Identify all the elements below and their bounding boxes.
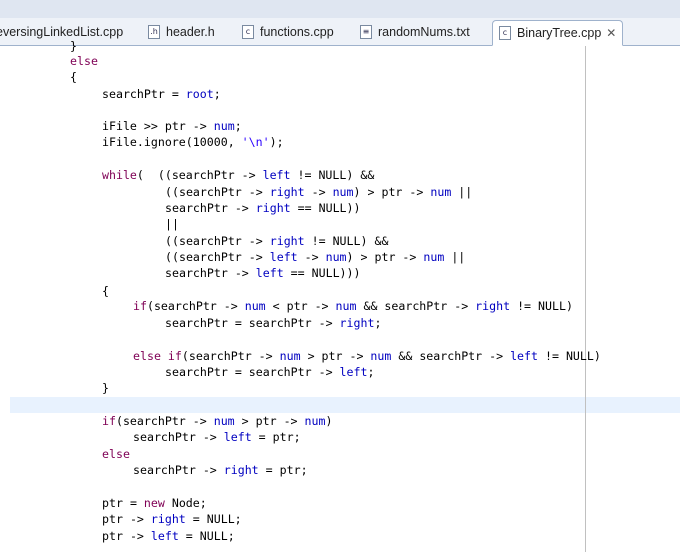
- code-line: ((searchPtr -> right -> num) > ptr -> nu…: [165, 185, 473, 199]
- code-line: {: [102, 284, 109, 298]
- tab-binarytree[interactable]: c BinaryTree.cpp ✕: [492, 20, 624, 46]
- close-icon[interactable]: ✕: [606, 26, 616, 40]
- code-line: ptr -> left = NULL;: [102, 529, 235, 543]
- code-line: ||: [165, 217, 179, 231]
- editor-tab-bar: eversingLinkedList.cpp .h header.h c fun…: [0, 18, 680, 46]
- tab-header[interactable]: .h header.h: [148, 20, 215, 44]
- code-line: }: [102, 381, 109, 395]
- window-top-strip: [0, 0, 680, 19]
- code-line: iFile >> ptr -> num;: [102, 119, 242, 133]
- code-line: searchPtr -> right = ptr;: [133, 463, 308, 477]
- code-line: ptr = new Node;: [102, 496, 207, 510]
- text-file-icon: ≡: [360, 25, 372, 39]
- code-line: if(searchPtr -> num > ptr -> num): [102, 414, 333, 428]
- code-line: searchPtr = searchPtr -> left;: [165, 365, 375, 379]
- tab-randomnums[interactable]: ≡ randomNums.txt: [360, 20, 470, 44]
- h-file-icon: .h: [148, 25, 160, 39]
- code-line: searchPtr -> left = ptr;: [133, 430, 301, 444]
- code-line: else: [70, 54, 98, 68]
- code-line: iFile.ignore(10000, '\n');: [102, 135, 284, 149]
- code-line: ((searchPtr -> left -> num) > ptr -> num…: [165, 250, 466, 264]
- tab-label: BinaryTree.cpp: [517, 26, 602, 40]
- code-line: ptr -> right = NULL;: [102, 512, 242, 526]
- tab-label: functions.cpp: [260, 25, 334, 39]
- code-line: searchPtr -> right == NULL)): [165, 201, 361, 215]
- print-margin-line: [585, 46, 586, 552]
- c-file-icon: c: [499, 26, 511, 40]
- c-file-icon: c: [242, 25, 254, 39]
- current-line-highlight: [10, 397, 680, 413]
- tab-label: header.h: [166, 25, 215, 39]
- tab-reversinglinkedlist[interactable]: eversingLinkedList.cpp: [0, 20, 123, 44]
- code-line: else: [102, 447, 130, 461]
- code-line: ((searchPtr -> right != NULL) &&: [165, 234, 389, 248]
- code-line: if(searchPtr -> num < ptr -> num && sear…: [133, 299, 573, 313]
- tab-label: eversingLinkedList.cpp: [0, 25, 124, 39]
- code-line: {: [70, 70, 77, 84]
- code-line: searchPtr = root;: [102, 87, 221, 101]
- tab-functions[interactable]: c functions.cpp: [242, 20, 334, 44]
- code-line: searchPtr -> left == NULL))): [165, 266, 361, 280]
- code-line: }: [70, 39, 77, 53]
- code-line: else if(searchPtr -> num > ptr -> num &&…: [133, 349, 601, 363]
- code-line: while( ((searchPtr -> left != NULL) &&: [102, 168, 375, 182]
- tab-label: randomNums.txt: [378, 25, 470, 39]
- code-line: searchPtr = searchPtr -> right;: [165, 316, 382, 330]
